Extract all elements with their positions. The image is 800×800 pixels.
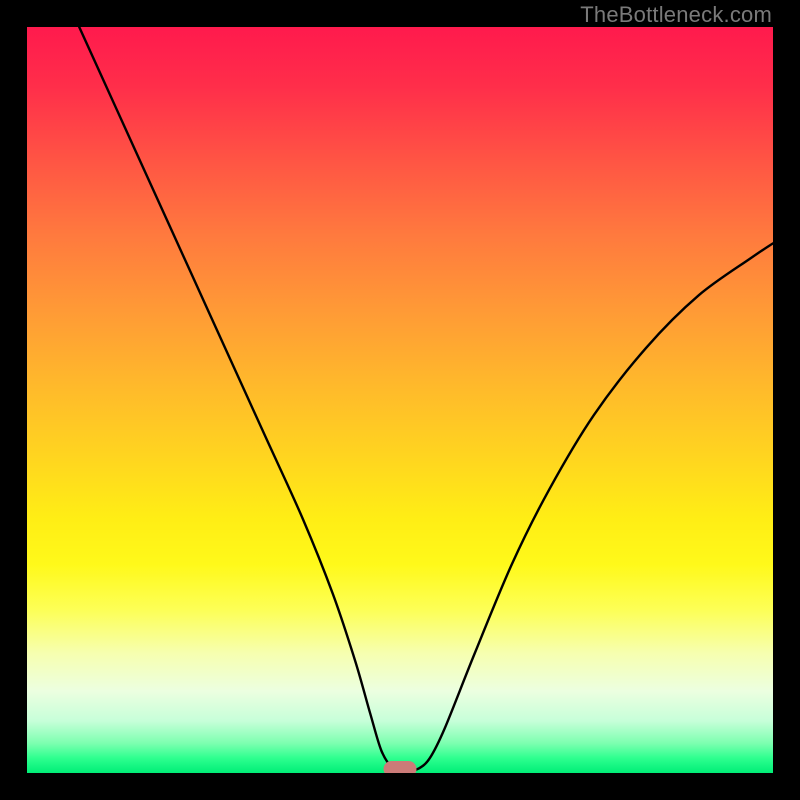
watermark-text: TheBottleneck.com [580,2,772,28]
chart-frame: TheBottleneck.com [0,0,800,800]
curve-path [79,27,773,771]
plot-area [27,27,773,773]
optimum-marker [384,761,417,773]
bottleneck-curve [27,27,773,773]
